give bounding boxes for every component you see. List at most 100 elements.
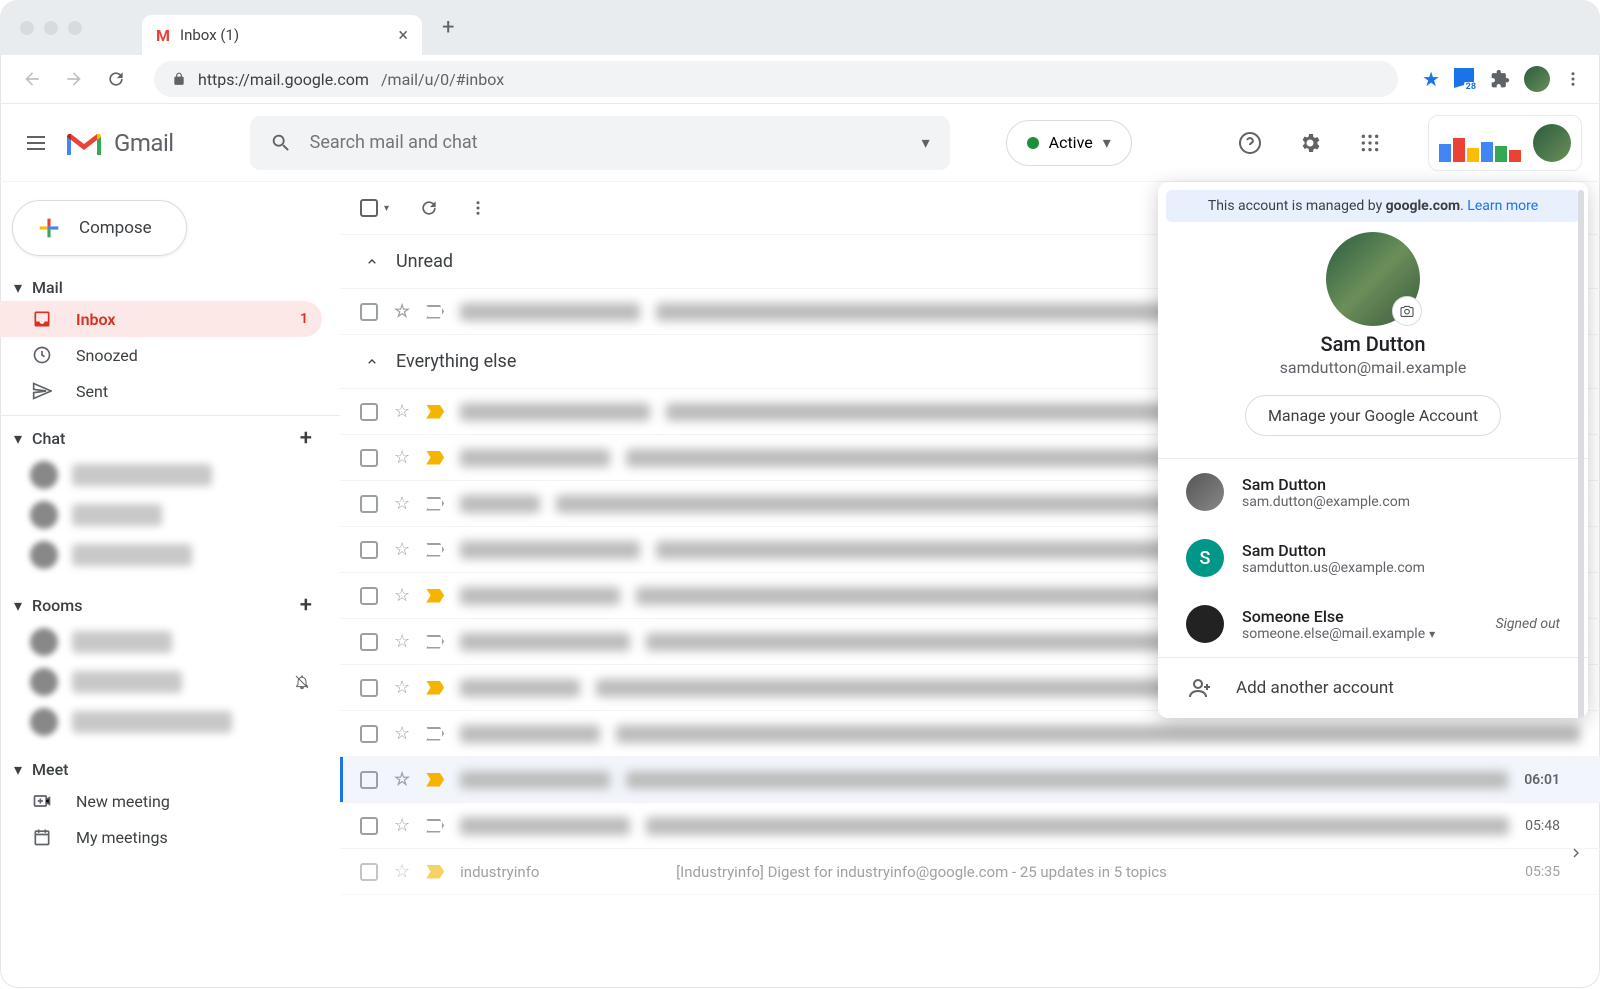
side-panel-toggle-icon[interactable] [1560, 837, 1592, 869]
popover-email: samdutton@mail.example [1158, 358, 1588, 377]
room-item[interactable] [0, 702, 340, 742]
managed-account-banner: This account is managed by google.com. L… [1166, 190, 1580, 222]
popover-name: Sam Dutton [1158, 332, 1588, 356]
video-plus-icon [32, 791, 54, 811]
email-row[interactable]: ☆industryinfo[Industryinfo] Digest for i… [340, 849, 1600, 895]
search-icon [270, 132, 292, 154]
support-icon[interactable] [1228, 121, 1272, 165]
add-account-button[interactable]: Add another account [1158, 658, 1588, 718]
search-input[interactable] [310, 132, 904, 153]
add-chat-icon[interactable]: + [300, 426, 326, 451]
browser-tab-active[interactable]: M Inbox (1) × [142, 15, 422, 55]
chat-contact[interactable] [0, 455, 340, 495]
sidebar-group-chat[interactable]: ▾ Chat+ [0, 422, 340, 455]
select-all-checkbox[interactable]: ▾ [360, 199, 389, 217]
hamburger-menu-icon[interactable] [24, 131, 48, 155]
chevron-down-icon [364, 354, 380, 370]
compose-label: Compose [79, 218, 152, 238]
main-panel: ▾ Unread ☆ Everything else ☆ ☆ ☆ [340, 182, 1600, 989]
sidebar-group-rooms[interactable]: ▾ Rooms+ [0, 589, 340, 622]
clock-icon [32, 345, 54, 365]
plus-icon [35, 214, 63, 242]
status-pill[interactable]: Active ▾ [1006, 120, 1132, 166]
row-checkbox[interactable] [360, 303, 378, 321]
camera-icon[interactable] [1392, 296, 1422, 326]
calendar-icon [32, 827, 54, 847]
browser-tab-strip: M Inbox (1) × + [0, 0, 1600, 55]
chevron-down-icon [364, 254, 380, 270]
new-tab-button[interactable]: + [422, 15, 474, 40]
account-avatar-icon: S [1186, 539, 1224, 577]
forward-button[interactable] [60, 65, 88, 93]
sidebar: Compose ▾ Mail Inbox 1 Snoozed Sent ▾ Ch… [0, 182, 340, 989]
manage-account-button[interactable]: Manage your Google Account [1245, 395, 1501, 436]
bookmark-star-icon[interactable]: ★ [1422, 67, 1440, 91]
compose-button[interactable]: Compose [12, 200, 187, 256]
lock-icon [172, 71, 186, 87]
chevron-down-icon: ▾ [1429, 627, 1435, 641]
email-row[interactable]: ☆05:48 [340, 803, 1600, 849]
gmail-wordmark: Gmail [114, 129, 174, 157]
row-time: 06:01 [1524, 772, 1580, 788]
sidebar-item-my-meetings[interactable]: My meetings [0, 819, 322, 855]
more-actions-icon[interactable] [469, 199, 487, 217]
search-options-icon[interactable]: ▾ [922, 133, 930, 152]
url-path: /mail/u/0/#inbox [381, 70, 504, 89]
search-bar[interactable]: ▾ [250, 116, 950, 170]
reload-button[interactable] [102, 65, 130, 93]
room-item[interactable] [0, 662, 340, 702]
row-time: 05:48 [1525, 818, 1580, 834]
account-row[interactable]: Someone Elsesomeone.else@mail.example▾ S… [1158, 591, 1588, 657]
inbox-count: 1 [300, 311, 308, 327]
star-icon[interactable]: ☆ [394, 301, 410, 322]
browser-menu-icon[interactable] [1564, 70, 1582, 88]
sidebar-group-mail[interactable]: ▾ Mail [0, 274, 340, 301]
settings-gear-icon[interactable] [1288, 121, 1332, 165]
status-label: Active [1049, 133, 1093, 152]
sidebar-group-meet[interactable]: ▾ Meet [0, 756, 340, 783]
window-controls[interactable] [20, 21, 82, 35]
email-row[interactable]: ☆06:01 [340, 757, 1600, 803]
back-button[interactable] [18, 65, 46, 93]
mute-icon [294, 674, 310, 690]
refresh-icon[interactable] [419, 198, 439, 218]
address-bar[interactable]: https://mail.google.com/mail/u/0/#inbox [154, 61, 1398, 97]
gmail-logo-icon [64, 128, 104, 158]
tab-title: Inbox (1) [180, 26, 239, 44]
chat-contact[interactable] [0, 535, 340, 575]
gmail-header: Gmail ▾ Active ▾ [0, 104, 1600, 182]
extension-save-icon[interactable]: 28 [1454, 68, 1476, 90]
close-tab-icon[interactable]: × [398, 25, 408, 46]
importance-icon[interactable] [426, 305, 444, 319]
person-add-icon [1188, 676, 1212, 700]
browser-profile-avatar[interactable] [1524, 66, 1550, 92]
sidebar-item-sent[interactable]: Sent [0, 373, 322, 409]
account-avatar-icon [1186, 605, 1224, 643]
gmail-logo[interactable]: Gmail [64, 128, 174, 158]
add-room-icon[interactable]: + [300, 593, 326, 618]
chat-contact[interactable] [0, 495, 340, 535]
status-dot-icon [1027, 137, 1039, 149]
sidebar-item-inbox[interactable]: Inbox 1 [0, 301, 322, 337]
extension-badge: 28 [1464, 82, 1478, 92]
account-row[interactable]: S Sam Duttonsamdutton.us@example.com [1158, 525, 1588, 591]
url-host: https://mail.google.com [198, 70, 369, 89]
scrollbar[interactable] [1578, 190, 1584, 718]
room-item[interactable] [0, 622, 340, 662]
sidebar-item-snoozed[interactable]: Snoozed [0, 337, 322, 373]
browser-toolbar: https://mail.google.com/mail/u/0/#inbox … [0, 55, 1600, 103]
org-logo[interactable] [1428, 115, 1582, 171]
sidebar-item-new-meeting[interactable]: New meeting [0, 783, 322, 819]
signed-out-label: Signed out [1496, 616, 1560, 632]
account-avatar[interactable] [1533, 124, 1571, 162]
learn-more-link[interactable]: Learn more [1467, 198, 1538, 214]
popover-avatar[interactable] [1326, 232, 1420, 326]
send-icon [32, 381, 54, 401]
extensions-icon[interactable] [1490, 69, 1510, 89]
account-avatar-icon [1186, 473, 1224, 511]
gmail-favicon-icon: M [156, 26, 170, 45]
chevron-down-icon: ▾ [1103, 133, 1111, 152]
account-popover: This account is managed by google.com. L… [1158, 182, 1588, 718]
account-row[interactable]: Sam Duttonsam.dutton@example.com [1158, 459, 1588, 525]
google-apps-icon[interactable] [1348, 121, 1392, 165]
